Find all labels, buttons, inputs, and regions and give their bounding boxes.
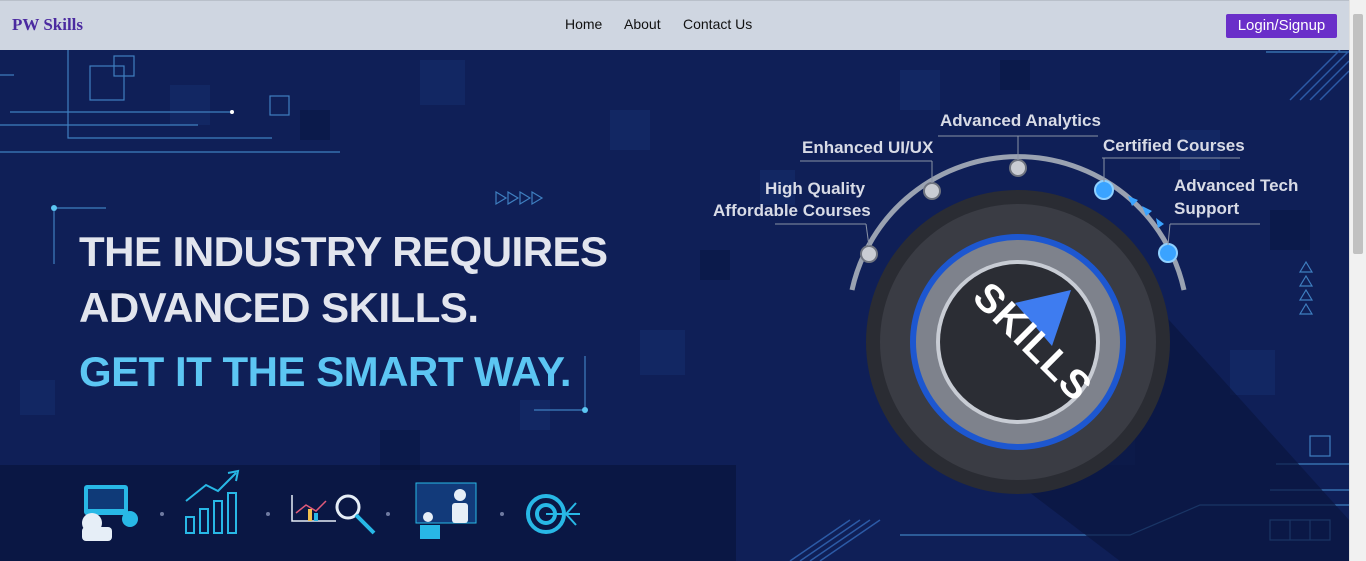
feature-tech-line1: Advanced Tech — [1174, 176, 1299, 195]
feature-tech-line2: Support — [1174, 199, 1240, 218]
growth-chart-icon — [185, 469, 240, 534]
presentation-icon — [415, 482, 477, 539]
hero-headline-line1: THE INDUSTRY REQUIRES — [79, 228, 608, 275]
feature-certified: Certified Courses — [1103, 136, 1245, 155]
analytics-magnifier-icon — [291, 494, 376, 535]
hero-banner: THE INDUSTRY REQUIRES ADVANCED SKILLS. G… — [0, 50, 1349, 561]
feature-high-quality-line1: High Quality — [765, 179, 866, 198]
feature-analytics: Advanced Analytics — [940, 111, 1101, 130]
nav-about-link[interactable]: About — [624, 16, 661, 32]
feature-high-quality-line2: Affordable Courses — [713, 201, 871, 220]
feature-uiux: Enhanced UI/UX — [802, 138, 934, 157]
login-signup-button[interactable]: Login/Signup — [1226, 14, 1337, 38]
hero-headline-line2: ADVANCED SKILLS. — [79, 284, 479, 331]
hero-tagline: GET IT THE SMART WAY. — [79, 348, 571, 395]
scrollbar-thumb[interactable] — [1353, 14, 1363, 254]
brand-logo[interactable]: PW Skills — [12, 15, 83, 35]
top-navbar: PW Skills Home About Contact Us Login/Si… — [0, 0, 1349, 50]
feature-icon-row — [0, 465, 736, 561]
nav-home-link[interactable]: Home — [565, 16, 602, 32]
page-scrollbar[interactable] — [1349, 0, 1366, 561]
developer-icon — [82, 485, 138, 541]
target-icon — [526, 494, 580, 534]
nav-contact-link[interactable]: Contact Us — [683, 16, 752, 32]
